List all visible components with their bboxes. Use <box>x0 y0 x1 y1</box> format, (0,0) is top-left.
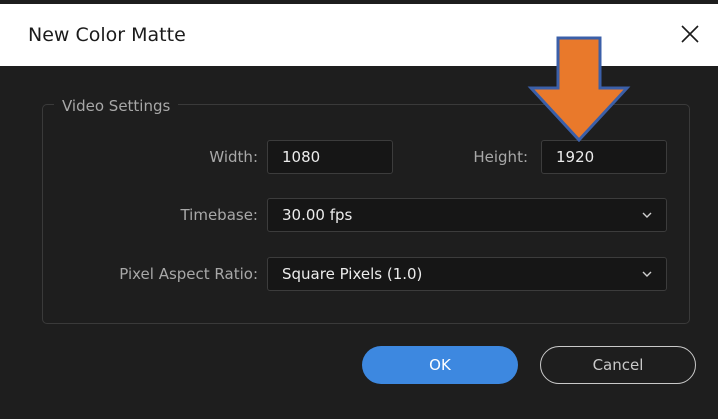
close-button[interactable] <box>672 16 708 52</box>
dialog-title: New Color Matte <box>28 24 186 46</box>
width-label: Width: <box>209 148 258 166</box>
title-bar: New Color Matte <box>0 4 718 66</box>
width-input[interactable]: 1080 <box>267 140 393 174</box>
video-settings-legend: Video Settings <box>54 96 179 116</box>
ok-button[interactable]: OK <box>362 346 518 384</box>
pixel-aspect-ratio-value: Square Pixels (1.0) <box>282 265 423 283</box>
pixel-aspect-ratio-dropdown[interactable]: Square Pixels (1.0) <box>267 257 667 291</box>
dialog-body: Video Settings Width: 1080 Height: 1920 … <box>0 66 718 419</box>
timebase-dropdown[interactable]: 30.00 fps <box>267 198 667 232</box>
chevron-down-icon <box>642 212 652 218</box>
close-icon <box>681 25 699 43</box>
dialog-window: New Color Matte Video Settings Width: 10… <box>0 0 718 419</box>
chevron-down-icon <box>642 271 652 277</box>
height-label: Height: <box>473 148 528 166</box>
cancel-button[interactable]: Cancel <box>540 346 696 384</box>
height-input[interactable]: 1920 <box>541 140 667 174</box>
timebase-label: Timebase: <box>180 206 258 224</box>
timebase-value: 30.00 fps <box>282 206 353 224</box>
pixel-aspect-ratio-label: Pixel Aspect Ratio: <box>119 265 258 283</box>
